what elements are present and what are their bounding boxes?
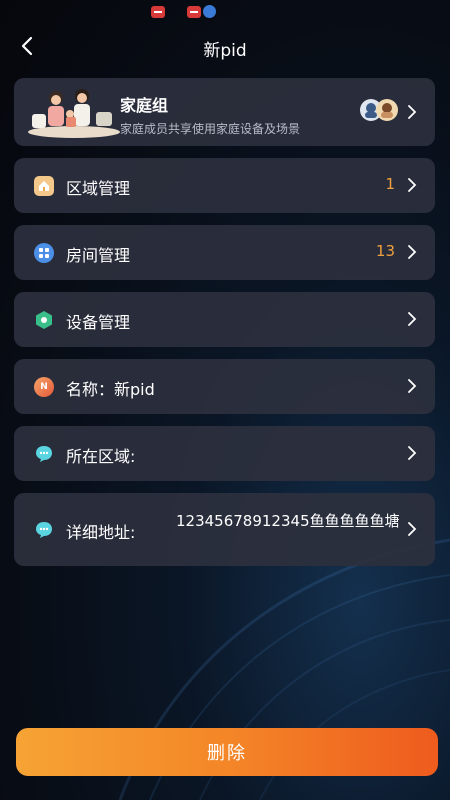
chevron-right-icon (408, 379, 417, 393)
room-count: 13 (375, 242, 395, 260)
family-group-subtitle: 家庭成员共享使用家庭设备及场景 (120, 122, 301, 136)
notification-icon (151, 6, 165, 18)
chevron-right-icon (408, 245, 417, 259)
address-value: 12345678912345鱼鱼鱼鱼鱼塘 (176, 512, 400, 530)
chevron-right-icon (408, 105, 417, 119)
area-count: 1 (385, 175, 395, 193)
chevron-right-icon (408, 178, 417, 192)
grid-icon (34, 243, 54, 263)
delete-button[interactable]: 删除 (16, 728, 438, 776)
row-label: 区域管理 (66, 179, 131, 198)
name-n-icon: N (34, 377, 54, 397)
row-name[interactable]: N 名称：新pid (14, 359, 435, 414)
row-device-management[interactable]: 设备管理 (14, 292, 435, 347)
row-label: 名称：新pid (66, 380, 155, 399)
family-illustration-icon (28, 89, 120, 138)
row-label: 详细地址: (66, 523, 136, 542)
page-title: 新pid (203, 41, 247, 61)
row-area-management[interactable]: 区域管理 1 (14, 158, 435, 213)
home-icon (34, 176, 54, 196)
status-bar (0, 0, 450, 26)
chevron-right-icon (408, 446, 417, 460)
chat-bubble-icon (34, 520, 54, 540)
chevron-right-icon (408, 522, 417, 536)
chat-bubble-icon (34, 444, 54, 464)
row-located-area[interactable]: 所在区域: (14, 426, 435, 481)
chevron-right-icon (408, 312, 417, 326)
family-group-title: 家庭组 (120, 96, 169, 115)
family-group-card[interactable]: 家庭组 家庭成员共享使用家庭设备及场景 (14, 78, 435, 146)
row-label: 设备管理 (66, 313, 131, 332)
row-detailed-address[interactable]: 详细地址: 12345678912345鱼鱼鱼鱼鱼塘 (14, 493, 435, 566)
hexagon-device-icon (34, 310, 54, 330)
row-label: 房间管理 (66, 246, 131, 265)
row-label: 所在区域: (66, 447, 136, 466)
nav-bar: 新pid (0, 30, 450, 64)
row-room-management[interactable]: 房间管理 13 (14, 225, 435, 280)
notification-icon (187, 6, 201, 18)
member-avatars-icon (360, 99, 398, 121)
app-status-icon (203, 5, 216, 18)
